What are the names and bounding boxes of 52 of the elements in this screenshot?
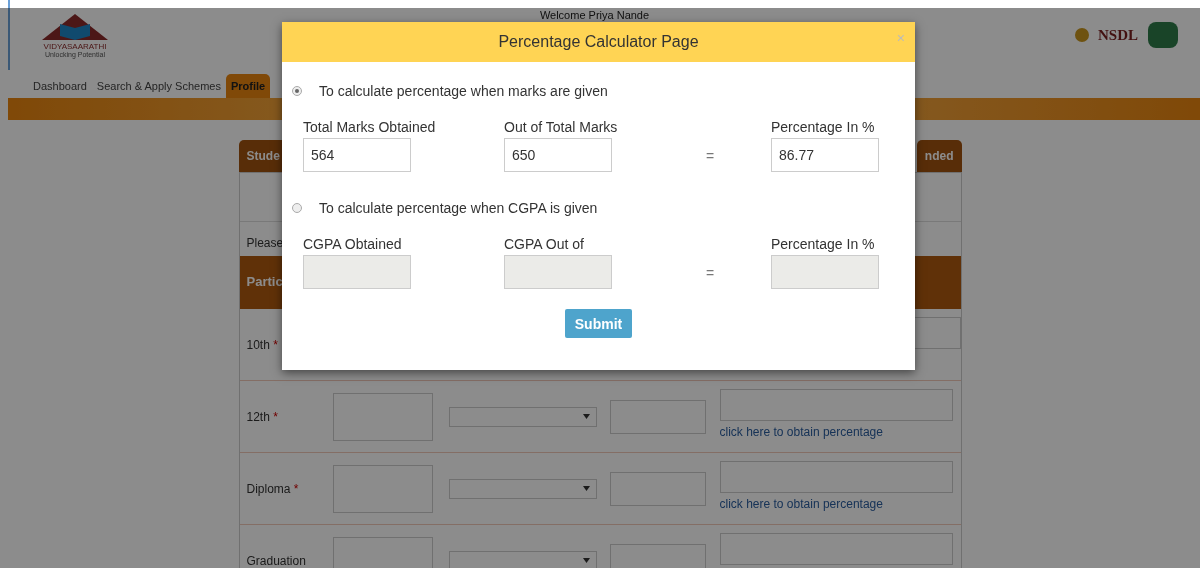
nav-tab[interactable]: Profile bbox=[225, 74, 271, 98]
nav-tab[interactable]: Search & Apply Schemes bbox=[91, 74, 226, 98]
percentage-field[interactable] bbox=[719, 460, 953, 493]
radio-button[interactable] bbox=[292, 86, 302, 96]
equals-sign: = bbox=[706, 148, 715, 164]
input-field[interactable]: 650 bbox=[504, 138, 612, 172]
percentage-link[interactable]: click here to obtain percentage bbox=[719, 496, 953, 511]
field-label: CGPA Out of bbox=[504, 236, 585, 252]
required-asterisk: * bbox=[273, 409, 278, 424]
field-label: CGPA Obtained bbox=[303, 236, 403, 252]
caret-icon bbox=[582, 486, 590, 491]
logo-text: VIDYASAARATHI bbox=[43, 42, 107, 51]
input-field[interactable]: 564 bbox=[303, 138, 411, 172]
equals-sign: = bbox=[706, 265, 715, 281]
tree-emblem-icon bbox=[1146, 20, 1180, 50]
percentage-field[interactable] bbox=[719, 388, 953, 421]
dropdown[interactable] bbox=[448, 550, 597, 568]
field-label: Total Marks Obtained bbox=[303, 119, 436, 135]
percentage-link[interactable]: click here to obtain percentage bbox=[719, 424, 953, 439]
row-label: Diploma bbox=[246, 481, 291, 496]
row-label: 10th bbox=[246, 337, 270, 352]
input-field[interactable] bbox=[609, 543, 706, 568]
row-label: 12th bbox=[246, 409, 270, 424]
radio-button[interactable] bbox=[292, 203, 302, 213]
note-text: Please bbox=[246, 236, 284, 250]
table-header-text: Partic bbox=[246, 274, 283, 289]
nav-tab[interactable]: Dashboard bbox=[28, 74, 92, 98]
card-tab[interactable]: nded bbox=[916, 140, 962, 172]
input-field[interactable] bbox=[609, 399, 706, 434]
field-label: Percentage In % bbox=[771, 119, 876, 135]
input-field[interactable] bbox=[609, 471, 706, 506]
caret-icon bbox=[582, 558, 590, 563]
submit-button[interactable]: Submit bbox=[564, 309, 633, 338]
text-area[interactable] bbox=[332, 392, 433, 441]
radio-label: To calculate percentage when CGPA is given bbox=[319, 200, 598, 216]
dropdown[interactable] bbox=[448, 406, 597, 427]
welcome-text: Welcome Priya Nande bbox=[539, 9, 650, 21]
field-label: Percentage In % bbox=[771, 236, 876, 252]
row-label: Graduation bbox=[246, 553, 306, 568]
dropdown[interactable] bbox=[448, 478, 597, 499]
percentage-field[interactable] bbox=[719, 532, 953, 565]
field-label: Out of Total Marks bbox=[504, 119, 618, 135]
coin-logo-icon bbox=[1074, 28, 1090, 42]
input-field[interactable]: 86.77 bbox=[771, 138, 879, 172]
modal-title: Percentage Calculator Page bbox=[498, 33, 699, 51]
book-logo-icon bbox=[40, 12, 110, 42]
caret-icon bbox=[582, 414, 590, 419]
required-asterisk: * bbox=[273, 337, 278, 352]
text-area[interactable] bbox=[332, 464, 433, 513]
partner-logo-text: NSDL bbox=[1098, 26, 1138, 44]
required-asterisk: * bbox=[293, 481, 299, 496]
radio-label: To calculate percentage when marks are given bbox=[319, 83, 608, 99]
